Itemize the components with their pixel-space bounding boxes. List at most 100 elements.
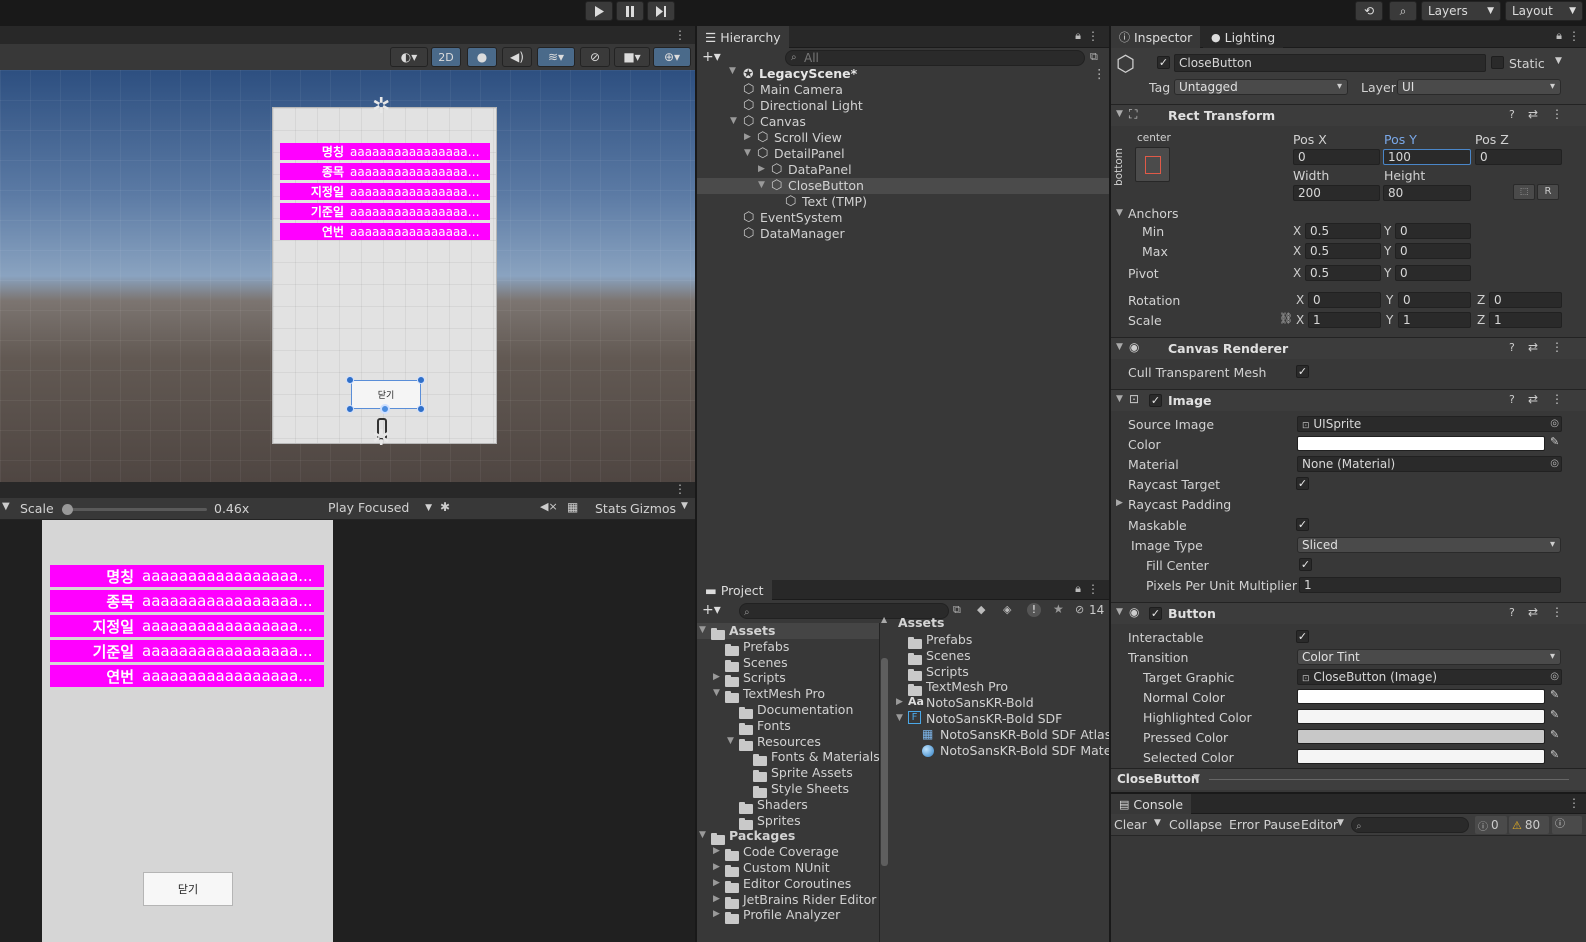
- bug-icon[interactable]: ✱: [440, 500, 450, 514]
- scene-viewport[interactable]: 명칭 aaaaaaaaaaaaaaaaa... 종목 aaaaaaaaaaaaaaaa…: [0, 70, 696, 482]
- image-enabled-checkbox[interactable]: ✓: [1149, 394, 1162, 407]
- project-tree-item[interactable]: Shaders: [697, 797, 879, 814]
- project-file-item[interactable]: Prefabs: [894, 632, 1109, 649]
- object-picker-icon[interactable]: ◎: [1550, 457, 1559, 471]
- add-icon[interactable]: +▾: [702, 49, 721, 65]
- tab-hierarchy[interactable]: ☰ Hierarchy: [697, 26, 789, 48]
- project-scrollbar[interactable]: [881, 658, 888, 866]
- presets-icon[interactable]: ⇄: [1528, 605, 1538, 619]
- scale-slider[interactable]: [62, 504, 207, 515]
- expand-arrow-icon[interactable]: ▼: [729, 66, 736, 76]
- project-tree-item[interactable]: Sprites: [697, 813, 879, 830]
- object-picker-icon[interactable]: ◎: [1550, 417, 1559, 431]
- hierarchy-item[interactable]: ⬡ Text (TMP): [697, 194, 1109, 210]
- project-tree-item[interactable]: ▶ Scripts: [697, 670, 879, 688]
- expand-arrow-icon[interactable]: ▼: [896, 713, 903, 723]
- cull-transparent-checkbox[interactable]: ✓: [1296, 365, 1309, 378]
- expand-arrow-icon[interactable]: ▼: [699, 625, 706, 635]
- chevron-down-icon[interactable]: ▼: [1154, 818, 1161, 828]
- layer-dropdown[interactable]: UI: [1397, 79, 1561, 95]
- object-name-field[interactable]: CloseButton: [1174, 54, 1486, 72]
- raycast-target-checkbox[interactable]: ✓: [1296, 477, 1309, 490]
- project-tree-item[interactable]: ▶ JetBrains Rider Editor: [697, 892, 879, 909]
- project-tree-item[interactable]: Documentation: [697, 702, 879, 719]
- pressed-color-swatch[interactable]: [1297, 729, 1545, 744]
- height-field[interactable]: 80: [1383, 185, 1471, 201]
- play-focused-dropdown[interactable]: Play Focused ▼: [328, 500, 436, 518]
- presets-icon[interactable]: ⇄: [1528, 340, 1538, 354]
- history-button[interactable]: ⟲: [1355, 1, 1383, 21]
- anchor-min-x-field[interactable]: 0.5: [1305, 223, 1381, 239]
- layers-dropdown[interactable]: Layers ▼: [1421, 1, 1501, 21]
- rect-handle[interactable]: [417, 376, 425, 384]
- more-options-icon[interactable]: ⋮: [1551, 392, 1563, 406]
- gizmos-button[interactable]: Gizmos: [630, 501, 676, 516]
- scale-x-field[interactable]: 1: [1308, 312, 1381, 328]
- more-options-icon[interactable]: ⋮: [1087, 582, 1099, 596]
- static-checkbox[interactable]: [1491, 56, 1504, 69]
- rect-transform-header[interactable]: ▼ ⛶ Rect Transform ? ⇄ ⋮: [1111, 104, 1586, 126]
- ppu-field[interactable]: 1: [1299, 577, 1561, 593]
- project-tree-item[interactable]: ▶ Editor Coroutines: [697, 876, 879, 893]
- interactable-checkbox[interactable]: ✓: [1296, 630, 1309, 643]
- expand-arrow-icon[interactable]: ▼: [758, 180, 765, 190]
- layout-dropdown[interactable]: Layout ▼: [1505, 1, 1583, 21]
- button-header[interactable]: ▼ ◉ ✓ Button ? ⇄ ⋮: [1111, 602, 1586, 624]
- search-options-icon[interactable]: ⧉: [1090, 50, 1098, 64]
- chevron-down-icon[interactable]: ▼: [1555, 56, 1562, 66]
- rect-handle[interactable]: [417, 405, 425, 413]
- hierarchy-item[interactable]: ▶ ⬡ Scroll View: [697, 130, 1109, 146]
- clear-button[interactable]: Clear: [1114, 817, 1147, 832]
- more-options-icon[interactable]: ⋮: [1551, 107, 1563, 121]
- footer-object-name[interactable]: CloseButton: [1117, 772, 1199, 786]
- posz-field[interactable]: 0: [1475, 149, 1562, 165]
- help-icon[interactable]: ?: [1509, 108, 1515, 121]
- anchor-max-y-field[interactable]: 0: [1395, 243, 1471, 259]
- warning-filter-toggle[interactable]: ⚠ 80: [1509, 816, 1549, 834]
- image-type-dropdown[interactable]: Sliced: [1297, 537, 1561, 553]
- width-field[interactable]: 200: [1293, 185, 1380, 201]
- rotation-x-field[interactable]: 0: [1308, 292, 1381, 308]
- project-file-item[interactable]: Scripts: [894, 664, 1109, 681]
- scene-root-row[interactable]: ▼ ✪ LegacyScene* ⋮: [697, 66, 1109, 82]
- expand-arrow-icon[interactable]: ▶: [713, 909, 720, 919]
- project-tree-item[interactable]: ▼ Packages: [697, 828, 879, 846]
- search-button[interactable]: ⌕: [1389, 1, 1417, 21]
- more-options-icon[interactable]: ⋮: [1551, 340, 1563, 354]
- project-tree-item[interactable]: ▶ Profile Analyzer: [697, 907, 879, 925]
- project-file-item[interactable]: NotoSansKR-Bold SDF Material: [894, 743, 1109, 759]
- more-options-icon[interactable]: ⋮: [674, 28, 686, 42]
- raw-edit-button[interactable]: R: [1537, 184, 1559, 200]
- help-icon[interactable]: ?: [1509, 606, 1515, 619]
- image-header[interactable]: ▼ ⊡ ✓ Image ? ⇄ ⋮: [1111, 389, 1586, 411]
- scale-z-field[interactable]: 1: [1489, 312, 1562, 328]
- presets-icon[interactable]: ⇄: [1528, 392, 1538, 406]
- project-tree-item[interactable]: ▼ Resources: [697, 734, 879, 751]
- project-tree-item[interactable]: ▼ TextMesh Pro: [697, 686, 879, 704]
- chevron-down-icon[interactable]: ▼: [681, 501, 688, 511]
- scale-slider-knob[interactable]: [62, 504, 73, 515]
- expand-arrow-icon[interactable]: ▶: [758, 164, 765, 174]
- project-file-item[interactable]: TextMesh Pro: [894, 679, 1109, 697]
- project-tree-item[interactable]: Prefabs: [697, 639, 879, 656]
- info-filter-toggle[interactable]: ⓘ 0: [1475, 816, 1507, 834]
- expand-arrow-icon[interactable]: ▼: [1116, 208, 1123, 218]
- hierarchy-item[interactable]: ▶ ⬡ DataPanel: [697, 162, 1109, 178]
- expand-arrow-icon[interactable]: ▶: [1116, 498, 1123, 508]
- more-options-icon[interactable]: ⋮: [1093, 66, 1106, 81]
- expand-arrow-icon[interactable]: ▼: [713, 688, 720, 698]
- rect-handle[interactable]: [346, 376, 354, 384]
- tab-lighting[interactable]: ● Lighting: [1203, 26, 1284, 48]
- hierarchy-item[interactable]: ▼ ⬡ DetailPanel: [697, 146, 1109, 162]
- project-tree-item[interactable]: ▶ Code Coverage: [697, 844, 879, 862]
- chevron-down-icon[interactable]: ▼: [1337, 818, 1344, 828]
- pivot-x-field[interactable]: 0.5: [1305, 265, 1381, 281]
- project-tree-item[interactable]: Style Sheets: [697, 781, 879, 798]
- posy-field[interactable]: 100: [1383, 149, 1471, 165]
- project-tree-item[interactable]: ▼ Assets: [697, 623, 879, 640]
- button-enabled-checkbox[interactable]: ✓: [1149, 607, 1162, 620]
- expand-arrow-icon[interactable]: ▶: [896, 697, 903, 707]
- gizmos-button[interactable]: ⊕▾: [653, 47, 691, 67]
- audio-toggle[interactable]: ◀): [502, 47, 532, 67]
- help-icon[interactable]: ?: [1509, 393, 1515, 406]
